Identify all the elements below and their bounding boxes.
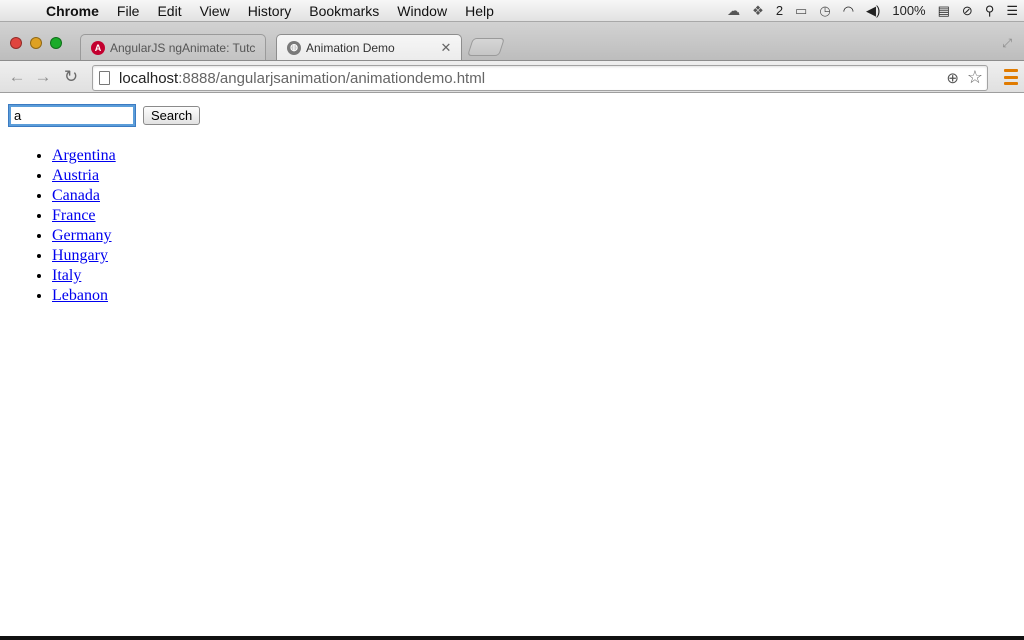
window-zoom-button[interactable] [50, 37, 62, 49]
back-button[interactable]: ← [6, 66, 28, 88]
search-button[interactable]: Search [143, 106, 201, 125]
country-link-canada[interactable]: Canada [52, 187, 100, 204]
bookmark-star-icon[interactable]: ☆ [967, 67, 983, 88]
page-icon [99, 71, 110, 85]
list-item: Austria [52, 166, 116, 186]
fullscreen-icon[interactable]: ⤢ [1002, 36, 1012, 51]
country-link-austria[interactable]: Austria [52, 167, 99, 184]
tab-title: AngularJS ngAnimate: Tutc [110, 40, 256, 55]
chrome-menu-icon[interactable] [1004, 69, 1018, 85]
url-host: localhost [119, 69, 179, 87]
country-link-lebanon[interactable]: Lebanon [52, 287, 108, 304]
window-close-button[interactable] [10, 37, 22, 49]
notification-count[interactable]: 2 [770, 0, 789, 22]
search-form: Search [8, 104, 201, 127]
list-item: Germany [52, 226, 116, 246]
tab-angularjs-ngananimate[interactable]: A AngularJS ngAnimate: Tutc [80, 34, 266, 60]
browser-tab-strip: A AngularJS ngAnimate: Tutc ◍ Animation … [0, 22, 1024, 60]
search-input[interactable] [8, 104, 136, 127]
url-text: localhost:8888/angularjsanimation/animat… [119, 70, 485, 87]
new-tab-button[interactable] [467, 38, 505, 56]
cloud-icon[interactable]: ☁ [721, 0, 746, 22]
menu-app-name[interactable]: Chrome [42, 0, 108, 22]
forward-button[interactable]: → [32, 66, 54, 88]
reload-button[interactable]: ↻ [60, 66, 82, 88]
list-item: France [52, 206, 116, 226]
tab-animation-demo[interactable]: ◍ Animation Demo ✕ [276, 34, 462, 60]
wifi-icon[interactable]: ◠ [837, 0, 860, 22]
country-link-italy[interactable]: Italy [52, 267, 81, 284]
angularjs-favicon-icon: A [91, 40, 105, 55]
country-link-argentina[interactable]: Argentina [52, 147, 116, 164]
screen-bottom-edge [0, 636, 1024, 640]
tab-title: Animation Demo [306, 40, 395, 55]
macos-menu-bar: Chrome File Edit View History Bookmarks … [0, 0, 1024, 22]
url-path: :8888/angularjsanimation/animationdemo.h… [178, 69, 486, 87]
spotlight-search-icon[interactable]: ⚲ [979, 0, 1001, 22]
menu-bookmarks[interactable]: Bookmarks [300, 0, 388, 22]
menu-help[interactable]: Help [456, 0, 503, 22]
country-link-france[interactable]: France [52, 207, 96, 224]
browser-toolbar: ← → ↻ localhost:8888/angularjsanimation/… [0, 60, 1024, 93]
menu-edit[interactable]: Edit [148, 0, 190, 22]
notification-center-icon[interactable]: ☰ [1000, 0, 1024, 22]
menu-window[interactable]: Window [388, 0, 456, 22]
volume-icon[interactable]: ◀) [860, 0, 886, 22]
menu-extras: ☁ ❖ 2 ▭ ◷ ◠ ◀) 100% ▤ ⊘ ⚲ ☰ [721, 0, 1024, 22]
country-link-hungary[interactable]: Hungary [52, 247, 108, 264]
country-list: Argentina Austria Canada France Germany … [52, 146, 116, 306]
time-machine-icon[interactable]: ◷ [813, 0, 836, 22]
dropbox-icon[interactable]: ❖ [746, 0, 770, 22]
page-content: Search Argentina Austria Canada France G… [0, 94, 1024, 636]
list-item: Argentina [52, 146, 116, 166]
menu-file[interactable]: File [108, 0, 149, 22]
tab-close-icon[interactable]: ✕ [439, 40, 453, 56]
page-favicon-icon: ◍ [287, 40, 301, 55]
list-item: Italy [52, 266, 116, 286]
zoom-icon[interactable]: ⊕ [946, 69, 959, 87]
menu-view[interactable]: View [191, 0, 239, 22]
country-link-germany[interactable]: Germany [52, 227, 112, 244]
do-not-disturb-icon[interactable]: ⊘ [956, 0, 979, 22]
battery-level[interactable]: 100% [886, 0, 931, 22]
list-item: Hungary [52, 246, 116, 266]
menu-history[interactable]: History [239, 0, 301, 22]
address-bar[interactable]: localhost:8888/angularjsanimation/animat… [92, 65, 988, 91]
flag-icon[interactable]: ▤ [932, 0, 956, 22]
window-minimize-button[interactable] [30, 37, 42, 49]
list-item: Canada [52, 186, 116, 206]
list-item: Lebanon [52, 286, 116, 306]
folder-icon[interactable]: ▭ [789, 0, 813, 22]
